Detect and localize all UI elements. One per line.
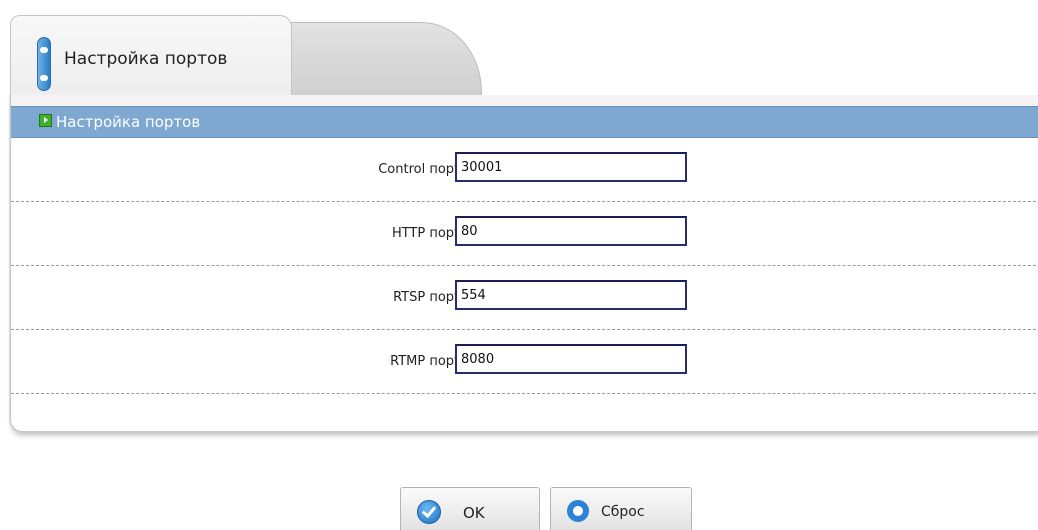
rtsp-port-input[interactable] [455,280,687,310]
settings-panel: Настройка портов Control порт: HTTP порт… [10,95,1038,432]
port-settings-icon [37,37,51,91]
field-row-control-port: Control порт: [11,138,1038,202]
fields-list: Control порт: HTTP порт: RTSP порт: RTMP… [11,138,1038,394]
ring-icon [567,500,589,522]
ok-button[interactable]: OK [400,487,540,530]
control-port-input[interactable] [455,152,687,182]
checkmark-icon [417,500,441,524]
control-port-label: Control порт: [378,162,466,177]
reset-button[interactable]: Сброс [550,487,692,530]
http-port-input[interactable] [455,216,687,246]
section-title: Настройка портов [56,113,201,131]
rtmp-port-input[interactable] [455,344,687,374]
section-header: Настройка портов [11,106,1038,138]
tab-label: Настройка портов [64,49,228,69]
arrow-right-icon [39,114,52,127]
tab-bar: Настройка портов [10,15,1038,106]
field-row-rtmp-port: RTMP порт: [11,330,1038,394]
tab-port-settings[interactable]: Настройка портов [10,15,292,106]
reset-button-label: Сброс [601,504,645,520]
ok-button-label: OK [463,504,485,522]
field-row-http-port: HTTP порт: [11,202,1038,266]
field-row-rtsp-port: RTSP порт: [11,266,1038,330]
port-settings-page: Настройка портов Настройка портов Contro… [0,0,1038,530]
